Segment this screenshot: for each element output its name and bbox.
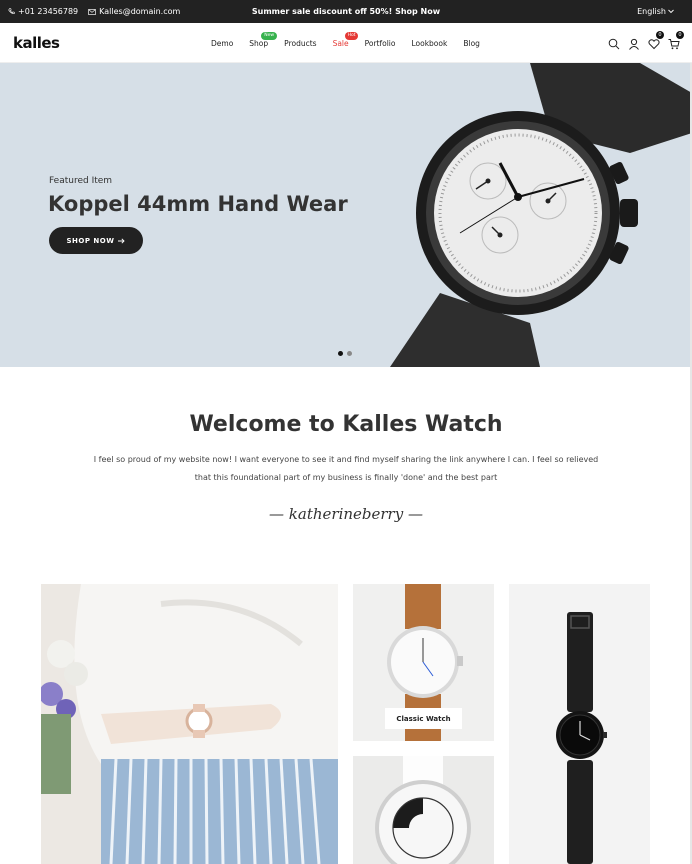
account-button[interactable] — [628, 35, 640, 50]
arrow-right-icon — [118, 237, 126, 244]
header-actions: 0 0 — [608, 31, 684, 50]
logo[interactable]: kalles — [13, 34, 60, 52]
lifestyle-image[interactable] — [41, 584, 338, 864]
main-nav: Demo Shop New Products Sale Hot Portfoli… — [211, 32, 496, 48]
hero-slider: Featured Item Koppel 44mm Hand Wear SHOP… — [0, 63, 692, 367]
slider-dot-1[interactable] — [338, 351, 343, 356]
welcome-text: I feel so proud of my website now! I wan… — [93, 455, 599, 482]
white-watch-image — [375, 756, 471, 864]
nav-item-lookbook[interactable]: Lookbook — [411, 39, 447, 48]
hot-badge: Hot — [344, 32, 359, 40]
shop-now-button[interactable]: SHOP NOW — [49, 227, 143, 254]
site-header: kalles Demo Shop New Products Sale Hot P… — [0, 23, 692, 63]
wishlist-count: 0 — [656, 31, 664, 39]
nav-item-label: Shop — [249, 39, 269, 48]
shop-now-label: SHOP NOW — [66, 236, 115, 245]
black-watch-image — [556, 612, 607, 864]
classic-watch-tile[interactable]: Classic Watch — [353, 584, 494, 741]
hero-watch-image — [390, 63, 692, 367]
user-icon — [629, 38, 639, 50]
slider-dot-2[interactable] — [347, 351, 352, 356]
top-bar: +01 23456789 Kalles@domain.com Summer sa… — [0, 0, 692, 23]
hero-eyebrow: Featured Item — [49, 176, 113, 186]
nav-item-sale[interactable]: Sale Hot — [332, 32, 359, 48]
hero-title: Koppel 44mm Hand Wear — [48, 192, 348, 216]
white-watch-tile[interactable] — [353, 756, 494, 864]
heart-icon — [648, 39, 660, 50]
nav-item-products[interactable]: Products — [284, 39, 316, 48]
welcome-title: Welcome to Kalles Watch — [189, 412, 503, 437]
classic-watch-label[interactable]: Classic Watch — [385, 708, 462, 729]
black-watch-tile[interactable] — [509, 584, 650, 864]
language-selector[interactable]: English — [637, 7, 674, 16]
lifestyle-photo — [41, 584, 338, 864]
new-badge: New — [261, 32, 278, 40]
nav-item-shop[interactable]: Shop New — [249, 32, 278, 48]
wishlist-button[interactable]: 0 — [648, 31, 664, 50]
nav-item-portfolio[interactable]: Portfolio — [365, 39, 396, 48]
promo-banner[interactable]: Summer sale discount off 50%! Shop Now — [0, 7, 692, 16]
slider-dots — [338, 351, 352, 356]
signature: — katherineberry — — [269, 505, 423, 523]
nav-item-demo[interactable]: Demo — [211, 39, 233, 48]
search-icon — [608, 38, 620, 50]
cart-count: 0 — [676, 31, 684, 39]
search-button[interactable] — [608, 35, 620, 50]
cart-button[interactable]: 0 — [668, 31, 684, 50]
nav-item-blog[interactable]: Blog — [463, 39, 480, 48]
nav-item-label: Sale — [332, 39, 349, 48]
language-label: English — [637, 7, 666, 16]
cart-icon — [668, 39, 680, 50]
chevron-down-icon — [668, 9, 674, 14]
